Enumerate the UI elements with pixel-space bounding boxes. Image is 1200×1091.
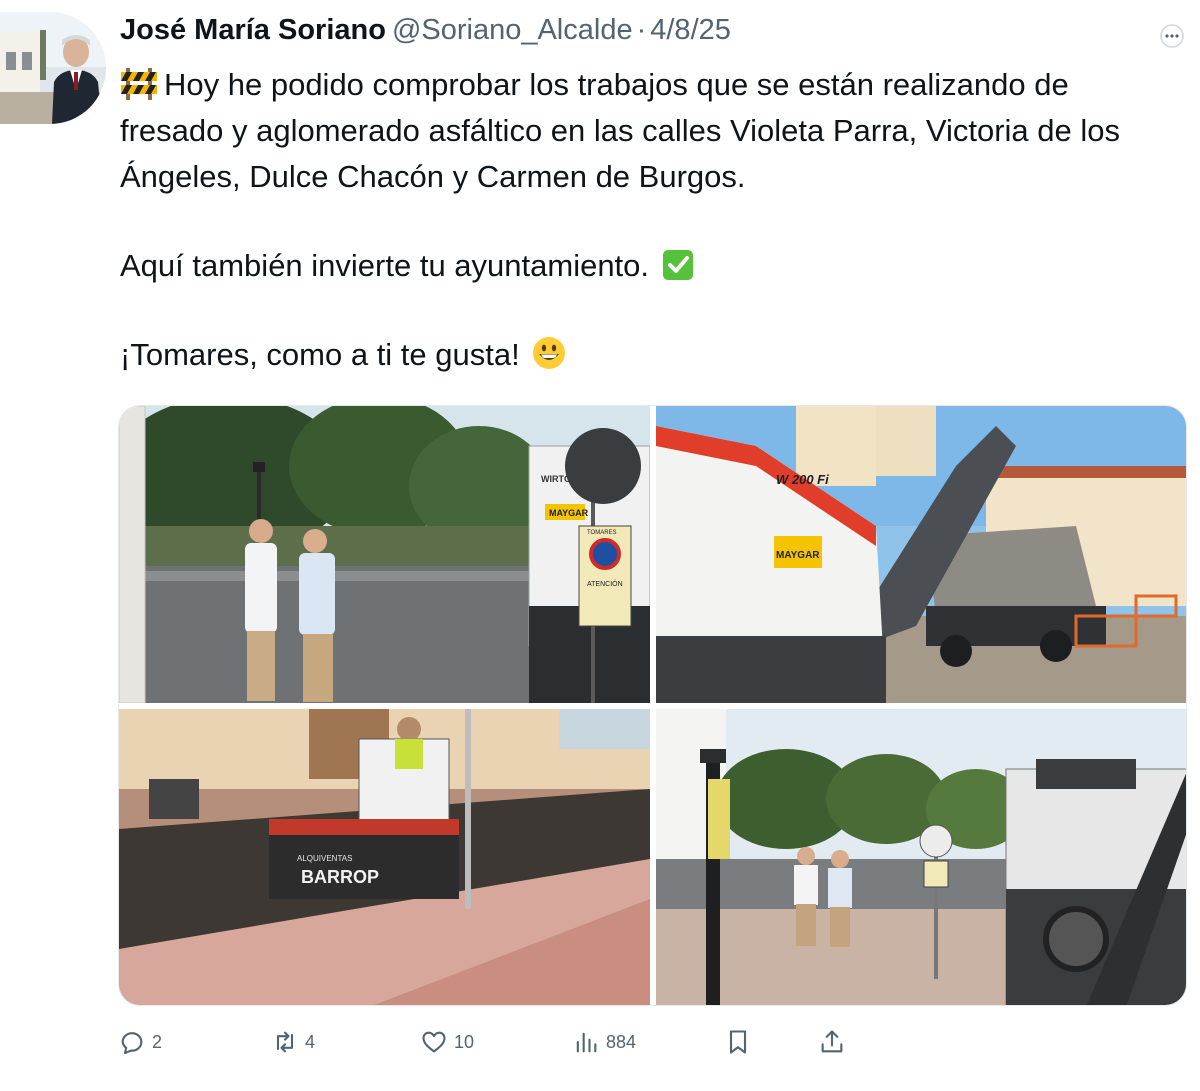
- separator: ·: [636, 14, 647, 46]
- more-icon: [1160, 24, 1184, 48]
- photo-1[interactable]: MAYGAR WIRTGEN ATENCIÓN TOMARES: [119, 406, 650, 703]
- grinning-face-icon: [532, 336, 566, 383]
- svg-text:MAYGAR: MAYGAR: [776, 550, 820, 561]
- photo-4[interactable]: [656, 709, 1186, 1005]
- svg-text:W 200 Fi: W 200 Fi: [776, 472, 829, 487]
- svg-text:ATENCIÓN: ATENCIÓN: [587, 579, 623, 588]
- check-mark-icon: [662, 248, 694, 294]
- tweet-header: José María Soriano @Soriano_Alcalde · 4/…: [120, 14, 731, 54]
- photo-3[interactable]: ALQUIVENTAS BARROP: [119, 709, 650, 1005]
- reply-icon: [121, 1032, 143, 1055]
- repost-count: 4: [305, 1031, 316, 1052]
- tweet-text: Hoy he podido comprobar los trabajos que…: [120, 62, 1190, 378]
- svg-text:ALQUIVENTAS: ALQUIVENTAS: [297, 854, 352, 863]
- text-line-5: ¡Tomares, como a ti te gusta!: [120, 337, 520, 372]
- heart-icon: [422, 1031, 446, 1053]
- post-date[interactable]: 4/8/25: [650, 14, 731, 47]
- bookmark-icon: [729, 1030, 747, 1054]
- text-line-4: Aquí también invierte tu ayuntamiento.: [120, 248, 650, 283]
- like-button[interactable]: 10: [420, 1024, 474, 1060]
- views-icon: [576, 1032, 597, 1053]
- svg-text:BARROP: BARROP: [301, 867, 379, 887]
- author-name[interactable]: José María Soriano: [120, 14, 386, 47]
- more-options-button[interactable]: [1158, 24, 1186, 48]
- repost-button[interactable]: 4: [271, 1024, 315, 1060]
- previous-post-cutoff: [0, 0, 1200, 8]
- reply-count: 2: [152, 1031, 163, 1052]
- reply-button[interactable]: 2: [118, 1024, 162, 1060]
- tweet-actions: 2 4 10 884: [118, 1024, 858, 1060]
- photo-2[interactable]: W 200 Fi MAYGAR: [656, 406, 1186, 703]
- bookmark-button[interactable]: [724, 1024, 758, 1060]
- text-line-2: fresado y aglomerado asfáltico en las ca…: [120, 113, 1121, 148]
- svg-text:MAYGAR: MAYGAR: [549, 508, 589, 518]
- avatar[interactable]: [0, 12, 106, 124]
- views-button[interactable]: 884: [572, 1024, 636, 1060]
- text-line-3: Ángeles, Dulce Chacón y Carmen de Burgos…: [120, 159, 746, 194]
- like-count: 10: [454, 1031, 475, 1052]
- text-line-1: Hoy he podido comprobar los trabajos que…: [164, 67, 1069, 102]
- share-icon: [821, 1030, 843, 1053]
- view-count: 884: [606, 1031, 637, 1052]
- share-button[interactable]: [818, 1024, 852, 1060]
- media-grid: MAYGAR WIRTGEN ATENCIÓN TOMARES W 200 Fi…: [118, 405, 1187, 1006]
- construction-icon: [120, 66, 158, 113]
- repost-icon: [276, 1031, 294, 1053]
- svg-text:TOMARES: TOMARES: [587, 530, 617, 536]
- author-handle[interactable]: @Soriano_Alcalde: [392, 14, 633, 47]
